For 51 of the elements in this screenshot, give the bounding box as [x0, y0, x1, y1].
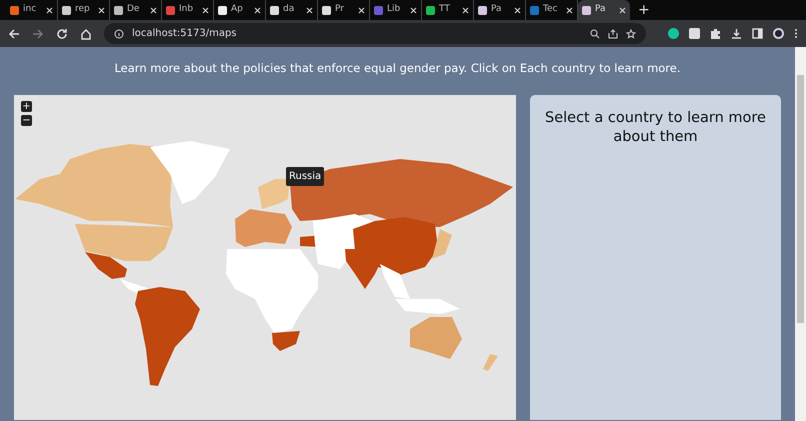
favicon-icon [426, 6, 435, 14]
favicon-icon [374, 6, 383, 14]
favicon-icon [62, 6, 71, 14]
browser-tab[interactable]: Pa [578, 0, 630, 20]
close-icon[interactable] [410, 6, 417, 14]
reload-icon[interactable] [56, 28, 68, 40]
favicon-icon [218, 6, 227, 14]
favicon-icon [478, 6, 487, 14]
close-icon[interactable] [619, 6, 626, 14]
close-icon[interactable] [306, 6, 313, 14]
url-text: localhost:5173/maps [132, 27, 237, 41]
back-icon[interactable] [8, 28, 20, 40]
favicon-icon [270, 6, 279, 14]
zoom-in-button[interactable]: + [21, 101, 32, 112]
world-map-drawing[interactable] [15, 139, 515, 389]
country-tooltip: Russia [286, 167, 324, 186]
close-icon[interactable] [254, 6, 261, 14]
close-icon[interactable] [46, 6, 53, 14]
intro-text: Learn more about the policies that enforce equal gender pay. Click on Each country to learn more. [114, 61, 681, 75]
menu-icon[interactable] [794, 28, 798, 39]
extension-icon[interactable] [689, 28, 700, 39]
close-icon[interactable] [150, 6, 157, 14]
home-icon[interactable] [80, 28, 92, 40]
close-icon[interactable] [566, 6, 573, 14]
close-icon[interactable] [462, 6, 469, 14]
panel-heading: Select a country to learn more about them [544, 109, 767, 147]
zoom-icon[interactable] [590, 28, 600, 38]
favicon-icon [166, 6, 175, 14]
avatar-icon[interactable] [773, 28, 784, 39]
scrollbar-thumb[interactable] [797, 75, 804, 323]
close-icon[interactable] [358, 6, 365, 14]
new-tab-button[interactable]: + [630, 0, 658, 20]
forward-icon[interactable] [32, 28, 44, 40]
extension-icon[interactable] [668, 28, 679, 39]
sidebar-icon[interactable] [752, 28, 763, 39]
favicon-icon [582, 6, 591, 14]
address-bar[interactable]: localhost:5173/maps [104, 23, 646, 44]
share-icon[interactable] [608, 28, 618, 38]
star-icon[interactable] [626, 28, 636, 38]
favicon-icon [530, 6, 539, 14]
favicon-icon [322, 6, 331, 14]
info-icon [114, 28, 124, 38]
close-icon[interactable] [514, 6, 521, 14]
zoom-out-button[interactable]: − [21, 115, 32, 126]
close-icon[interactable] [202, 6, 209, 14]
close-icon[interactable] [98, 6, 105, 14]
favicon-icon [10, 6, 19, 14]
scrollbar[interactable] [795, 47, 806, 421]
download-icon[interactable] [731, 28, 742, 39]
favicon-icon [114, 6, 123, 14]
puzzle-icon[interactable] [710, 28, 721, 39]
